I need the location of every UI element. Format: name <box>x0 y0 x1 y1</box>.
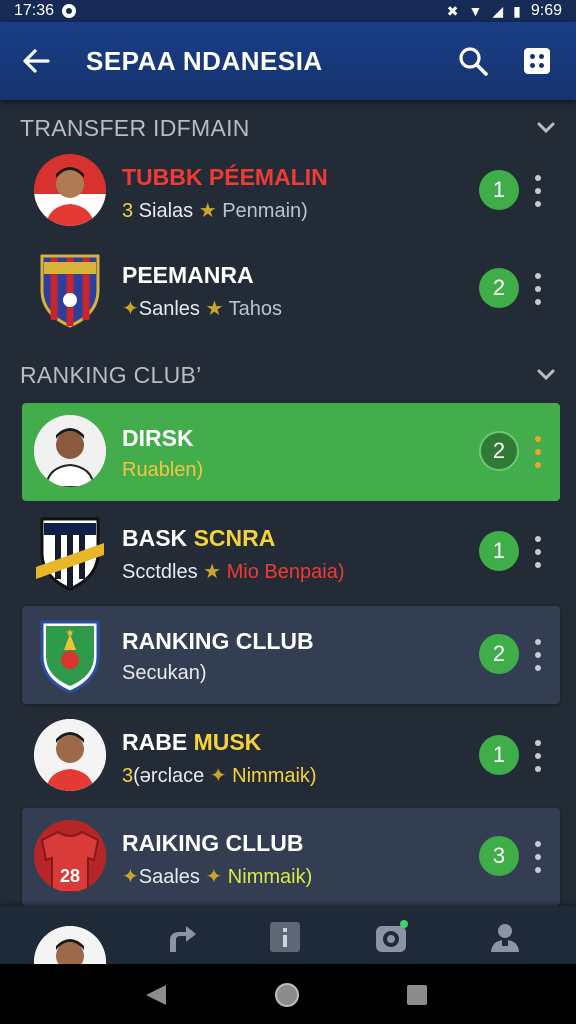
item-subtitle: ✦Sanles ★ Tahos <box>122 298 282 320</box>
recents-square-icon[interactable] <box>406 984 428 1006</box>
more-options-icon[interactable] <box>528 635 548 675</box>
chevron-down-icon <box>537 122 555 134</box>
item-name: BASK SCNRA <box>122 525 276 551</box>
rank-badge: 2 <box>479 634 519 674</box>
club-crest-icon <box>36 517 104 591</box>
item-subtitle: ✦Saales ✦ Nimmaik) <box>122 866 313 888</box>
rank-badge: 1 <box>479 531 519 571</box>
search-icon <box>459 47 488 76</box>
star-icon: ✦ <box>205 866 223 888</box>
back-triangle-icon[interactable] <box>144 983 168 1007</box>
list-item[interactable]: RABE MUSK 3(ərclace ✦ Nimmaik) 1 <box>22 707 560 805</box>
star-icon: ★ <box>205 298 224 320</box>
list-item[interactable]: PEEMANRA ✦Sanles ★ Tahos 2 <box>22 240 560 338</box>
star-icon: ★ <box>203 561 222 583</box>
status-bar: 17:36 ✖ ▼ ◢ ▮ 9:69 <box>0 0 576 22</box>
jersey-avatar: 28 <box>34 820 106 892</box>
star-icon: ✦ <box>122 298 139 320</box>
home-circle-icon[interactable] <box>274 982 300 1008</box>
list-item[interactable]: TUBBK PÉEMALIN 3 Sialas ★ Penmain) 1 <box>22 142 560 240</box>
star-icon: ✦ <box>122 866 139 888</box>
player-avatar <box>34 415 106 487</box>
app-bar: SEPAA NDANESIA <box>0 22 576 100</box>
item-name: RANKING CLLUB <box>122 628 314 654</box>
list-item[interactable]: ★ RANKING CLLUB Secukan) 2 <box>22 606 560 704</box>
item-name: DIRSK <box>122 425 194 451</box>
system-navigation-bar <box>0 964 576 1024</box>
app-title: SEPAA NDANESIA <box>86 45 323 76</box>
signal-icon: ◢ <box>492 2 504 19</box>
rank-badge: 2 <box>479 268 519 308</box>
player-avatar <box>34 154 106 226</box>
more-options-icon[interactable] <box>528 269 548 309</box>
rank-badge: 2 <box>479 431 519 471</box>
turn-arrow-icon[interactable] <box>164 920 198 954</box>
section-title: TRANSFER IDFMAIN <box>20 114 250 141</box>
rank-badge: 1 <box>479 735 519 775</box>
star-icon: ★ <box>198 200 217 222</box>
camera-icon[interactable] <box>374 920 408 954</box>
more-options-icon[interactable] <box>528 432 548 472</box>
chevron-down-icon <box>537 369 555 381</box>
more-options-icon[interactable] <box>528 532 548 572</box>
club-crest-icon: ★ <box>40 620 100 694</box>
star-icon: ✦ <box>209 765 227 787</box>
list-item-selected[interactable]: DIRSK Ruablen) 2 <box>22 403 560 501</box>
item-subtitle: 3(ərclace ✦ Nimmaik) <box>122 765 317 787</box>
bottom-navigation <box>0 906 576 998</box>
item-name: RAIKING CLLUB <box>122 830 304 856</box>
item-subtitle: Ruablen) <box>122 459 204 481</box>
section-title: RANKING CLUB’ <box>20 361 202 388</box>
list-item[interactable]: 28 RAIKING CLLUB ✦Saales ✦ Nimmaik) 3 <box>22 808 560 906</box>
notification-icon <box>62 4 77 18</box>
more-options-icon[interactable] <box>528 171 548 211</box>
grid-menu-icon <box>524 48 550 74</box>
search-button[interactable] <box>448 36 498 86</box>
mute-icon: ✖ <box>446 2 459 19</box>
player-avatar <box>34 719 106 791</box>
grid-menu-button[interactable] <box>512 36 562 86</box>
battery-icon: ▮ <box>513 2 521 19</box>
svg-text:★: ★ <box>66 628 75 639</box>
item-subtitle: 3 Sialas ★ Penmain) <box>122 200 308 222</box>
more-options-icon[interactable] <box>528 837 548 877</box>
rank-badge: 3 <box>479 836 519 876</box>
back-button[interactable] <box>6 31 66 91</box>
club-crest-icon <box>40 254 100 328</box>
status-clock: 9:69 <box>530 2 562 19</box>
item-name: PEEMANRA <box>122 262 254 288</box>
item-subtitle: Scctdles ★ Mio Benpaia) <box>122 561 345 583</box>
rank-badge: 1 <box>479 170 519 210</box>
more-options-icon[interactable] <box>528 736 548 776</box>
wifi-icon: ▼ <box>468 3 483 19</box>
info-icon[interactable] <box>268 920 302 954</box>
person-icon[interactable] <box>488 920 522 954</box>
section-header-ranking[interactable]: RANKING CLUB’ <box>0 355 576 395</box>
item-name: RABE MUSK <box>122 729 262 755</box>
item-subtitle: Secukan) <box>122 662 207 684</box>
arrow-left-icon <box>23 49 50 73</box>
jersey-number: 28 <box>60 866 80 886</box>
item-name: TUBBK PÉEMALIN <box>122 164 328 190</box>
status-time: 17:36 <box>14 2 55 19</box>
list-item[interactable]: BASK SCNRA Scctdles ★ Mio Benpaia) 1 <box>22 503 560 601</box>
